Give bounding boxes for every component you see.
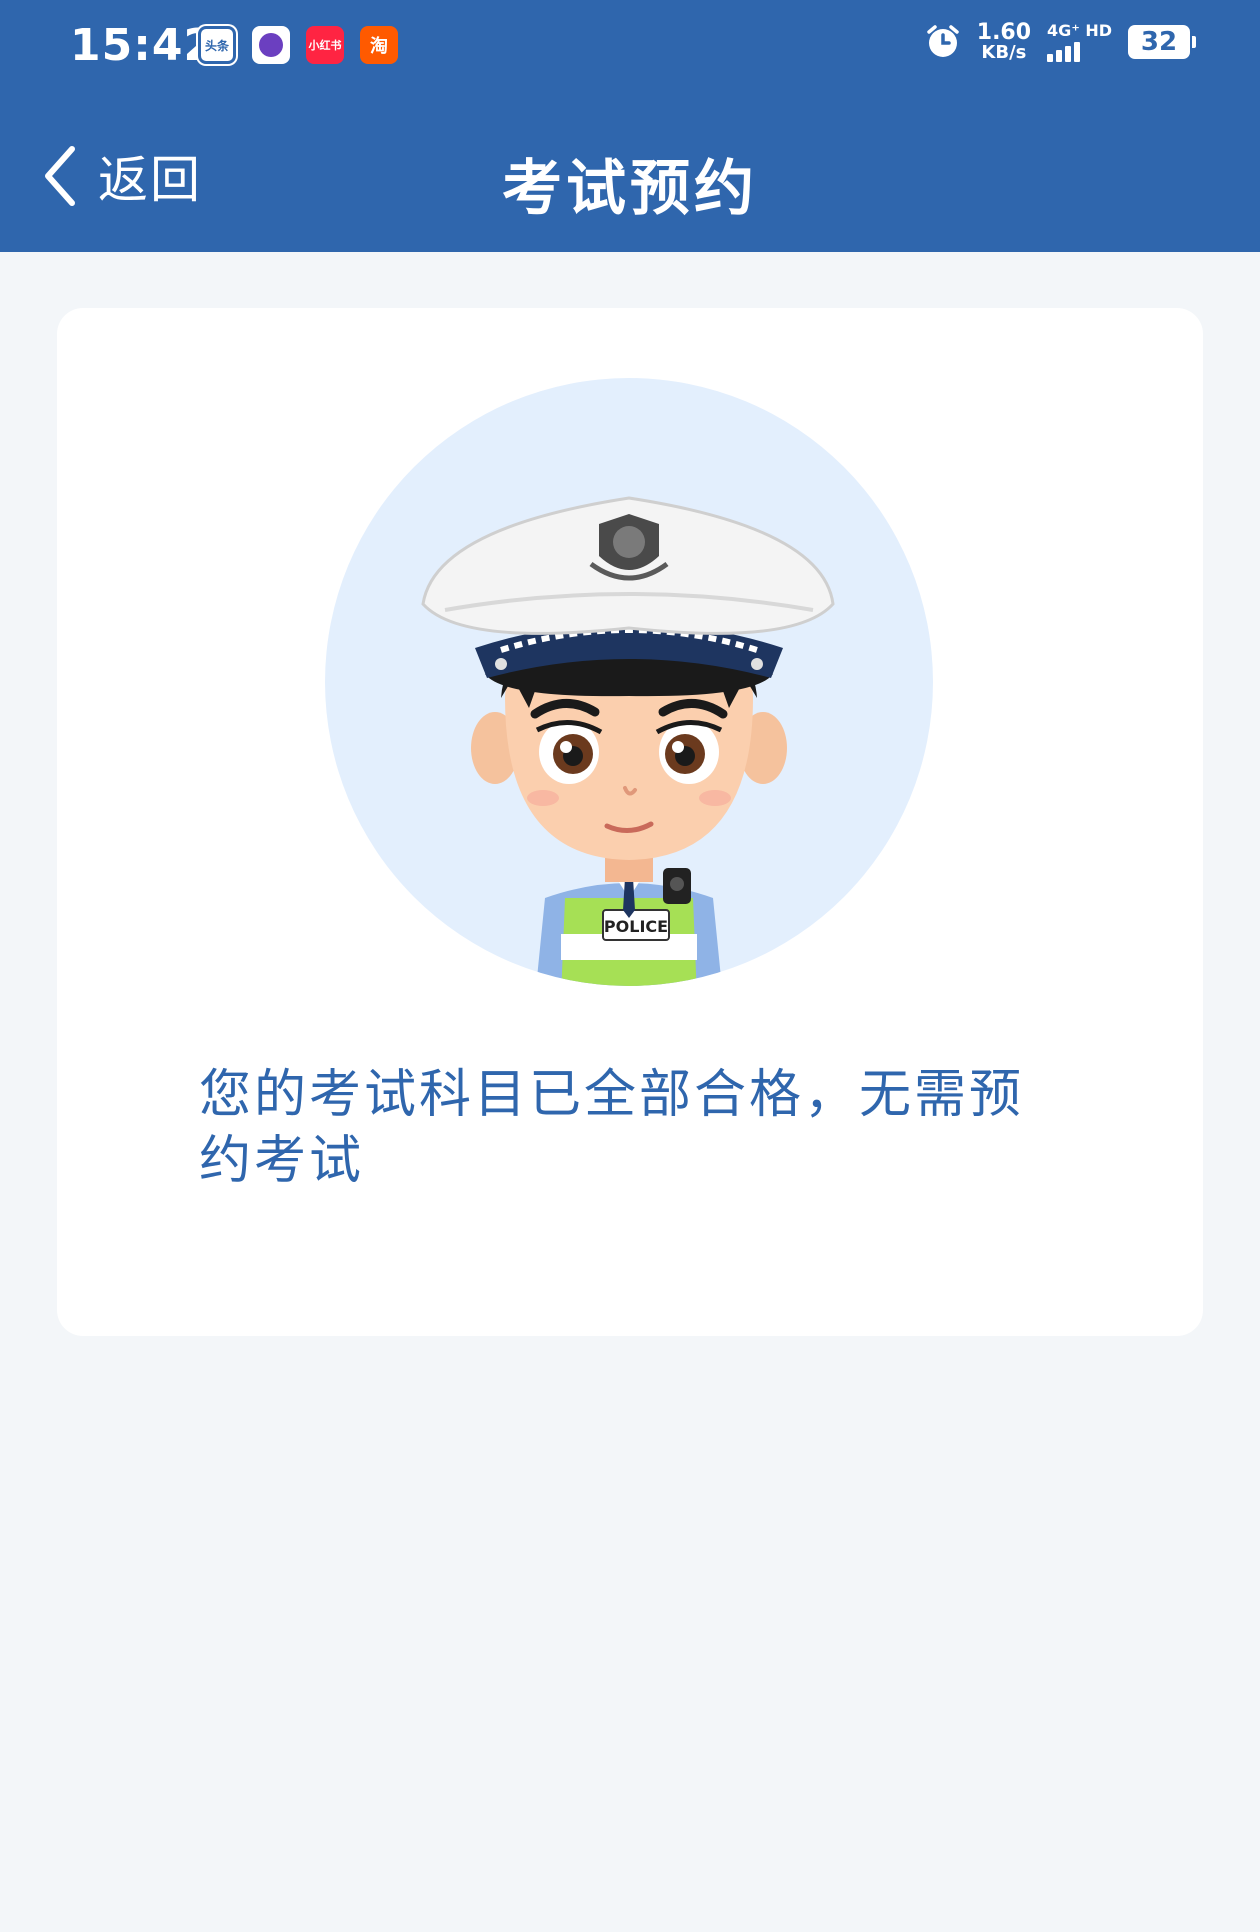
top-bar: 15:42 头条 小红书 淘 1.60 KB/s 4G⁺ HD 32 返回 考试… [0,0,1260,252]
police-officer-illustration: POLICE [325,378,933,986]
battery-level: 32 [1140,27,1178,57]
status-message: 您的考试科目已全部合格，无需预约考试 [199,1065,1025,1191]
network-speed-unit: KB/s [981,42,1027,63]
alarm-icon [927,25,959,57]
result-card: POLICE 您的考试科目已全部合格，无需预约考试 [57,308,1203,1336]
toutiao-app-icon: 头条 [198,26,236,64]
network-speed-value: 1.60 [976,20,1032,45]
police-badge-text: POLICE [604,917,668,936]
page-title: 考试预约 [502,154,758,224]
police-avatar: POLICE [325,378,933,986]
purple-app-icon [252,26,290,64]
status-time: 15:42 [70,20,216,71]
taobao-app-icon: 淘 [360,26,398,64]
battery-icon: 32 [1128,25,1196,59]
signal-indicator: 4G⁺ HD [1047,22,1112,62]
signal-bars-icon [1047,40,1081,62]
xiaohongshu-app-icon: 小红书 [306,26,344,64]
notification-icons: 头条 小红书 淘 [198,26,398,64]
network-type-label: 4G⁺ HD [1047,21,1112,40]
status-indicators: 1.60 KB/s 4G⁺ HD 32 [925,22,1196,62]
network-speed: 1.60 KB/s [977,22,1031,62]
